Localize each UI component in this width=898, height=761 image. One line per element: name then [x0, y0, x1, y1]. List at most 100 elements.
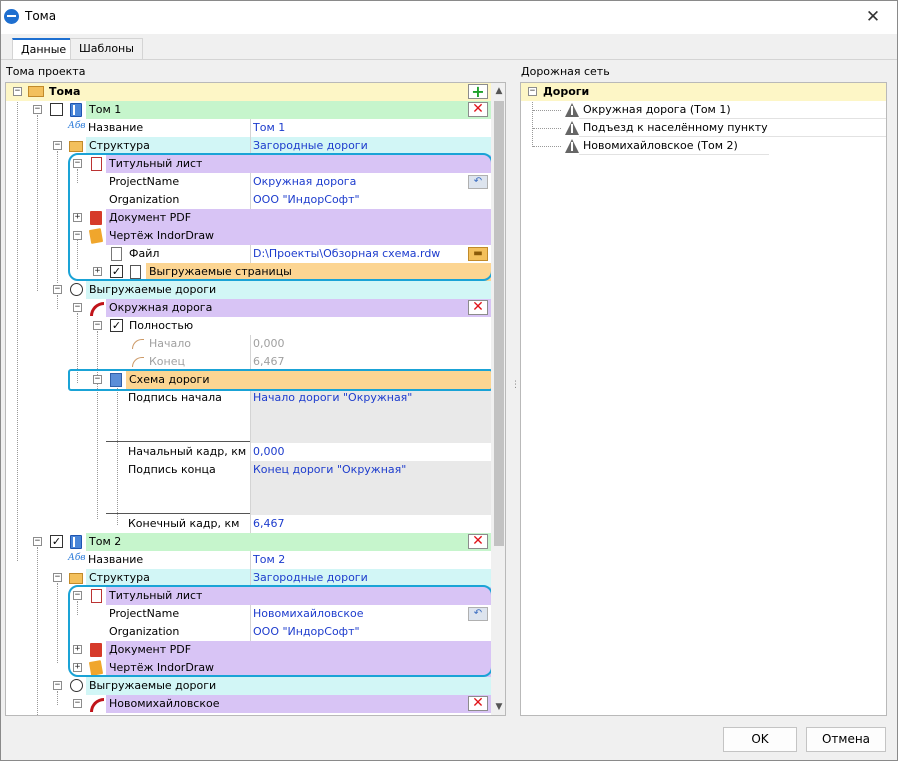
property-row[interactable]: Абв Название Том 1 — [66, 119, 491, 137]
collapse-toggle[interactable]: − — [33, 537, 42, 546]
property-value[interactable]: Новомихайловское — [253, 605, 364, 623]
collapse-toggle[interactable]: − — [13, 87, 22, 96]
cancel-button[interactable]: Отмена — [806, 727, 886, 752]
property-row[interactable]: ProjectName Новомихайловское ↶ — [106, 605, 491, 623]
collapse-toggle[interactable]: − — [73, 303, 82, 312]
browse-folder-icon[interactable]: ▬ — [468, 247, 488, 261]
map-icon — [110, 373, 122, 387]
property-row[interactable]: Конечный кадр, км 6,467 — [106, 515, 491, 533]
tree-root-row[interactable]: − Тома + — [6, 83, 491, 101]
delete-volume-button[interactable]: ✕ — [468, 534, 488, 549]
structure-value[interactable]: Загородные дороги — [253, 569, 368, 587]
volumes-section-label: Тома проекта — [6, 65, 86, 78]
road-list-item[interactable]: Подъезд к населённому пункту — [561, 119, 886, 137]
collapse-toggle[interactable]: − — [53, 141, 62, 150]
close-button[interactable]: ✕ — [858, 4, 888, 30]
roads-root-row[interactable]: − Дороги — [521, 83, 886, 101]
tab-data[interactable]: Данные — [12, 38, 76, 60]
property-row[interactable]: Подпись начала Начало дороги "Окружная" — [106, 389, 491, 443]
road-icon — [90, 302, 104, 316]
property-value[interactable]: Окружная дорога — [253, 173, 356, 191]
expand-toggle[interactable]: + — [73, 663, 82, 672]
property-value[interactable]: Начало дороги "Окружная" — [251, 389, 491, 443]
full-checkbox[interactable]: ✓ — [110, 319, 123, 332]
property-value[interactable]: 0,000 — [253, 443, 285, 461]
road-sign-icon — [565, 139, 579, 153]
ok-button[interactable]: OK — [723, 727, 797, 752]
expand-toggle[interactable]: + — [93, 267, 102, 276]
property-row[interactable]: Organization ООО "ИндорСофт" — [106, 191, 491, 209]
tab-templates[interactable]: Шаблоны — [70, 38, 143, 59]
road-row[interactable]: Окружная дорога ✕ — [106, 299, 491, 317]
road-label: Новомихайловское — [109, 697, 220, 710]
collapse-toggle[interactable]: − — [528, 87, 537, 96]
delete-road-button[interactable]: ✕ — [468, 696, 488, 711]
volume-row[interactable]: Том 2 ✕ — [86, 533, 491, 551]
tree-line — [57, 691, 58, 705]
volume-checkbox[interactable] — [50, 103, 63, 116]
collapse-toggle[interactable]: − — [33, 105, 42, 114]
scroll-thumb[interactable] — [494, 101, 504, 546]
property-value[interactable]: Том 2 — [253, 551, 285, 569]
pages-row[interactable]: Выгружаемые страницы — [146, 263, 491, 281]
road-row[interactable]: Новомихайловское ✕ — [106, 695, 491, 713]
collapse-toggle[interactable]: − — [73, 159, 82, 168]
road-list-item[interactable]: Новомихайловское (Том 2) — [561, 137, 886, 155]
expand-toggle[interactable]: + — [73, 645, 82, 654]
road-list-item[interactable]: Окружная дорога (Том 1) — [561, 101, 886, 119]
property-row[interactable]: Абв Название Том 2 — [66, 551, 491, 569]
full-row[interactable]: Полностью — [126, 317, 491, 335]
title-sheet-row[interactable]: Титульный лист — [106, 155, 491, 173]
collapse-toggle[interactable]: − — [93, 321, 102, 330]
drawing-row[interactable]: Чертёж IndorDraw — [106, 227, 491, 245]
pages-checkbox[interactable]: ✓ — [110, 265, 123, 278]
property-value[interactable]: Том 1 — [253, 119, 285, 137]
property-value[interactable]: ООО "ИндорСофт" — [253, 191, 360, 209]
structure-row[interactable]: Структура Загородные дороги — [86, 569, 491, 587]
add-volume-button[interactable]: + — [468, 84, 488, 100]
exported-roads-row[interactable]: Выгружаемые дороги — [86, 677, 491, 695]
collapse-toggle[interactable]: − — [93, 375, 102, 384]
structure-row[interactable]: Структура Загородные дороги — [86, 137, 491, 155]
undo-icon[interactable]: ↶ — [468, 607, 488, 621]
structure-label: Структура — [89, 571, 150, 584]
volumes-tree[interactable]: − Тома + Том 1 ✕ − Абв Название Том 1 Ст… — [5, 82, 506, 716]
collapse-toggle[interactable]: − — [53, 573, 62, 582]
property-value[interactable]: 6,467 — [253, 515, 285, 533]
road-scheme-row[interactable]: Схема дороги — [126, 371, 491, 389]
vertical-scrollbar[interactable]: ▲ ▼ — [491, 83, 505, 715]
property-row[interactable]: Подпись конца Конец дороги "Окружная" — [106, 461, 491, 515]
collapse-toggle[interactable]: − — [73, 231, 82, 240]
collapse-toggle[interactable]: − — [73, 699, 82, 708]
road-network-tree[interactable]: − Дороги Окружная дорога (Том 1) Подъезд… — [520, 82, 887, 716]
delete-road-button[interactable]: ✕ — [468, 300, 488, 315]
property-value[interactable]: D:\Проекты\Обзорная схема.rdw — [253, 245, 440, 263]
pdf-row[interactable]: Документ PDF — [106, 209, 491, 227]
property-row: Начало 0,000 — [146, 335, 491, 353]
volume-row[interactable]: Том 1 ✕ — [86, 101, 491, 119]
collapse-toggle[interactable]: − — [53, 681, 62, 690]
property-value[interactable]: ООО "ИндорСофт" — [253, 623, 360, 641]
property-row[interactable]: Файл D:\Проекты\Обзорная схема.rdw ▬ — [126, 245, 491, 263]
property-row: Конец 6,467 — [146, 353, 491, 371]
property-row[interactable]: Organization ООО "ИндорСофт" — [106, 623, 491, 641]
property-row[interactable]: ProjectName Окружная дорога ↶ — [106, 173, 491, 191]
property-row[interactable]: Начальный кадр, км 0,000 — [106, 443, 491, 461]
app-icon — [4, 9, 19, 24]
exported-roads-row[interactable]: Выгружаемые дороги — [86, 281, 491, 299]
collapse-toggle[interactable]: − — [73, 591, 82, 600]
volume-checkbox[interactable]: ✓ — [50, 535, 63, 548]
scroll-up-icon[interactable]: ▲ — [491, 83, 505, 99]
structure-value[interactable]: Загородные дороги — [253, 137, 368, 155]
title-sheet-row[interactable]: Титульный лист — [106, 587, 491, 605]
pdf-row[interactable]: Документ PDF — [106, 641, 491, 659]
collapse-toggle[interactable]: − — [53, 285, 62, 294]
splitter-grip-icon[interactable]: ⋮ — [511, 381, 520, 397]
undo-icon[interactable]: ↶ — [468, 175, 488, 189]
delete-volume-button[interactable]: ✕ — [468, 102, 488, 117]
property-value[interactable]: Конец дороги "Окружная" — [251, 461, 491, 515]
expand-toggle[interactable]: + — [73, 213, 82, 222]
drawing-row[interactable]: Чертёж IndorDraw — [106, 659, 491, 677]
scroll-down-icon[interactable]: ▼ — [491, 699, 505, 715]
tree-line — [97, 331, 98, 519]
